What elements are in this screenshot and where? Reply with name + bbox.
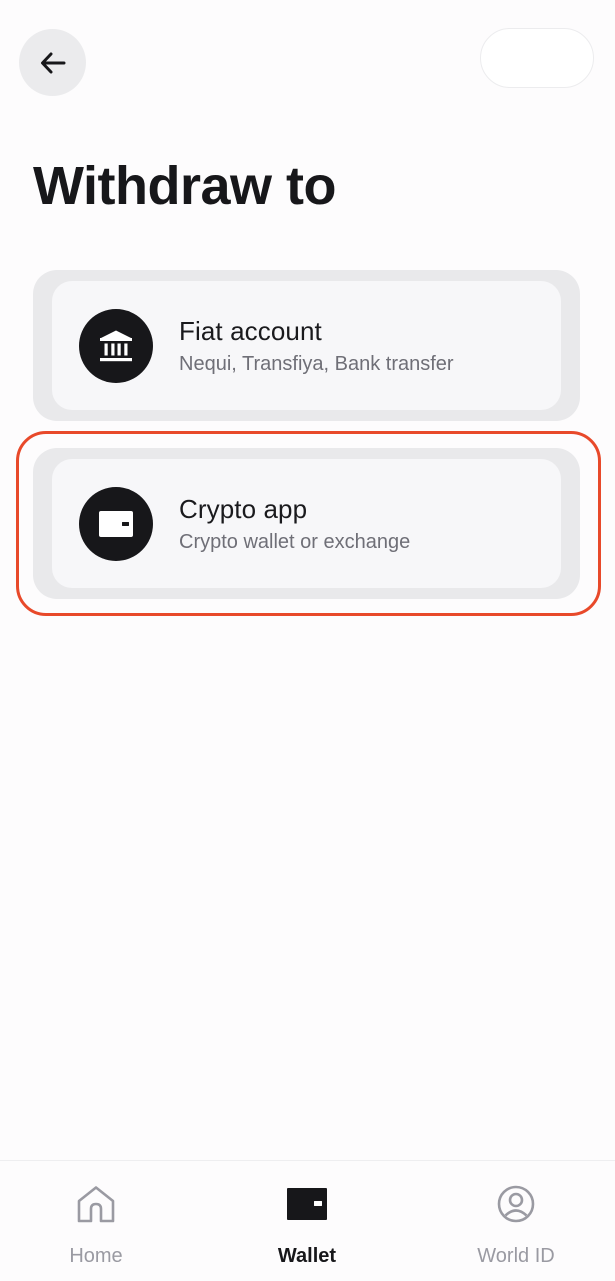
wallet-icon bbox=[99, 510, 133, 537]
bottom-navigation: Home Wallet World ID bbox=[0, 1160, 615, 1281]
option-title: Crypto app bbox=[179, 494, 308, 524]
fiat-account-option-container: Fiat account Nequi, Transfiya, Bank tran… bbox=[33, 270, 580, 421]
user-circle-icon bbox=[497, 1185, 535, 1223]
page-title: Withdraw to bbox=[33, 156, 336, 216]
back-button[interactable] bbox=[19, 29, 86, 96]
nav-label: World ID bbox=[477, 1245, 555, 1267]
nav-label: Home bbox=[69, 1245, 123, 1267]
option-icon-badge bbox=[79, 308, 153, 383]
option-subtitle: Nequi, Transfiya, Bank transfer bbox=[179, 353, 454, 375]
crypto-app-option[interactable]: Crypto app Crypto wallet or exchange bbox=[52, 459, 561, 588]
crypto-app-option-container: Crypto app Crypto wallet or exchange bbox=[33, 448, 580, 599]
nav-item-world-id[interactable]: World ID bbox=[456, 1161, 576, 1281]
bank-icon bbox=[100, 330, 132, 361]
option-title: Fiat account bbox=[179, 316, 322, 346]
header-pill-button[interactable] bbox=[480, 28, 594, 88]
home-icon bbox=[77, 1186, 115, 1223]
option-subtitle: Crypto wallet or exchange bbox=[179, 531, 411, 553]
fiat-account-option[interactable]: Fiat account Nequi, Transfiya, Bank tran… bbox=[52, 281, 561, 410]
nav-item-wallet[interactable]: Wallet bbox=[257, 1161, 357, 1281]
wallet-icon bbox=[287, 1188, 327, 1220]
nav-item-home[interactable]: Home bbox=[46, 1161, 146, 1281]
option-icon-badge bbox=[79, 486, 153, 561]
arrow-left-icon bbox=[40, 52, 65, 73]
nav-label: Wallet bbox=[277, 1245, 337, 1267]
